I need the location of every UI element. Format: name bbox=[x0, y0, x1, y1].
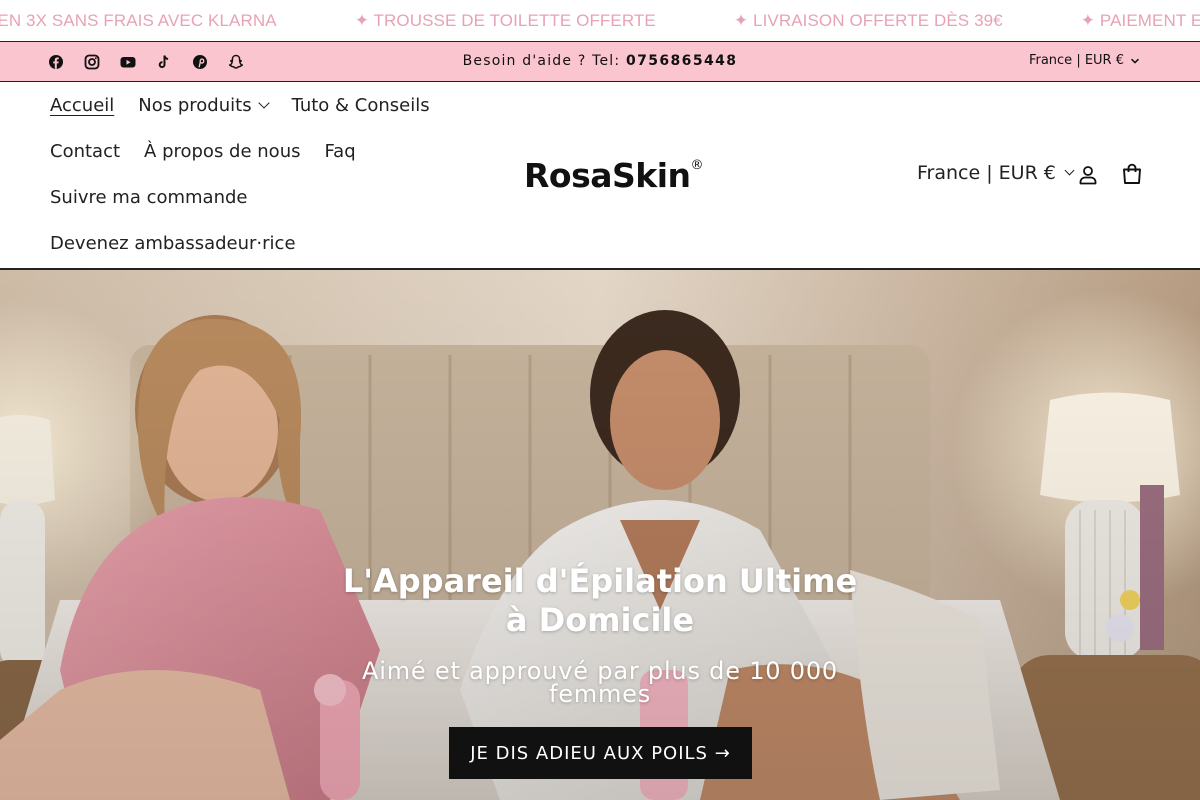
hero-subtitle: Aimé et approuvé par plus de 10 000 femm… bbox=[362, 657, 838, 708]
nav-row: Accueil Nos produits Tuto & Conseils bbox=[50, 95, 430, 116]
chevron-down-icon bbox=[1064, 165, 1075, 175]
nav-row: Suivre ma commande bbox=[50, 187, 248, 208]
logo-text: RosaSkin bbox=[524, 156, 691, 195]
chevron-down-icon bbox=[257, 97, 270, 109]
hero-cta-button[interactable]: JE DIS ADIEU AUX POILS → bbox=[449, 727, 752, 779]
announcement-item: ✦ TROUSSE DE TOILETTE OFFERTE bbox=[354, 10, 656, 30]
help-text: Besoin d'aide ? Tel: bbox=[462, 53, 621, 69]
announcement-item: ✦ PAIEMENT EN 3X SANS FRAIS bbox=[1080, 10, 1200, 30]
locale-selector[interactable]: France | EUR € bbox=[917, 162, 1075, 184]
nav-link-tuto[interactable]: Tuto & Conseils bbox=[292, 95, 430, 116]
announcement-item: NT EN 3X SANS FRAIS AVEC KLARNA bbox=[0, 10, 277, 30]
site-logo[interactable]: RosaSkin® bbox=[524, 156, 703, 195]
account-icon[interactable] bbox=[1077, 164, 1099, 186]
nav-row: Contact À propos de nous Faq bbox=[50, 141, 356, 162]
nav-link-accueil[interactable]: Accueil bbox=[50, 95, 114, 116]
nav-link-label: Nos produits bbox=[138, 95, 252, 116]
nav-link-apropos[interactable]: À propos de nous bbox=[144, 141, 300, 162]
nav-link-produits[interactable]: Nos produits bbox=[138, 95, 270, 116]
nav-link-faq[interactable]: Faq bbox=[324, 141, 355, 162]
hero-banner: L'Appareil d'Épilation Ultime à Domicile… bbox=[0, 270, 1200, 800]
nav-link-contact[interactable]: Contact bbox=[50, 141, 120, 162]
announcement-item: ✦ LIVRAISON OFFERTE DÈS 39€ bbox=[733, 10, 1003, 30]
help-contact: Besoin d'aide ? Tel: 0756865448 bbox=[0, 53, 1200, 69]
phone-number[interactable]: 0756865448 bbox=[626, 53, 737, 69]
announcement-bar: NT EN 3X SANS FRAIS AVEC KLARNA ✦ TROUSS… bbox=[0, 0, 1200, 41]
nav-row: Devenez ambassadeur·rice bbox=[50, 233, 296, 254]
chevron-down-icon bbox=[1130, 58, 1140, 64]
locale-label: France | EUR € bbox=[917, 162, 1056, 184]
utility-bar: Besoin d'aide ? Tel: 0756865448 France |… bbox=[0, 41, 1200, 82]
nav-link-suivre-commande[interactable]: Suivre ma commande bbox=[50, 187, 248, 208]
nav-link-ambassadeur[interactable]: Devenez ambassadeur·rice bbox=[50, 233, 296, 254]
announcement-track: NT EN 3X SANS FRAIS AVEC KLARNA ✦ TROUSS… bbox=[0, 0, 1200, 41]
locale-label: France | EUR € bbox=[1028, 53, 1124, 68]
site-header: Accueil Nos produits Tuto & Conseils Con… bbox=[0, 82, 1200, 270]
hero-image bbox=[0, 270, 1200, 800]
cart-icon[interactable] bbox=[1121, 162, 1143, 186]
registered-mark: ® bbox=[690, 158, 704, 173]
locale-selector-top[interactable]: France | EUR € bbox=[1029, 53, 1140, 68]
hero-title: L'Appareil d'Épilation Ultime à Domicile bbox=[342, 562, 858, 639]
